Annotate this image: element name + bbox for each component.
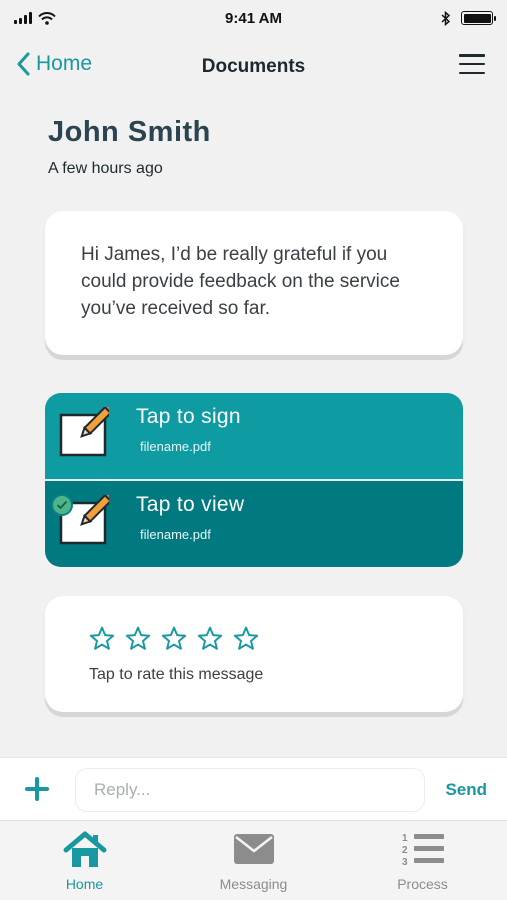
tab-home[interactable]: Home <box>0 821 169 900</box>
add-attachment-button[interactable] <box>24 776 50 802</box>
tab-bar: Home Messaging 1 2 3 Process <box>0 820 507 900</box>
status-left <box>14 11 56 25</box>
battery-icon <box>461 11 496 25</box>
document-action-label: Tap to view <box>136 493 245 516</box>
star-rating <box>89 626 419 652</box>
status-right <box>441 10 496 26</box>
check-icon <box>51 494 73 516</box>
documents-card: Tap to sign filename.pdf Tap to view fil… <box>45 393 463 567</box>
status-bar: 9:41 AM <box>0 0 507 36</box>
document-action-label: Tap to sign <box>136 405 241 428</box>
svg-text:3: 3 <box>402 857 408 867</box>
sender-name: John Smith <box>48 116 211 148</box>
envelope-icon <box>233 834 274 864</box>
document-filename: filename.pdf <box>140 439 211 454</box>
document-edit-icon <box>59 407 109 457</box>
message-timestamp: A few hours ago <box>48 160 163 177</box>
tab-label: Messaging <box>219 876 288 892</box>
numbered-list-icon: 1 2 3 <box>402 833 444 867</box>
message-card: Hi James, I’d be really grateful if you … <box>45 211 463 355</box>
star-icon[interactable] <box>233 626 259 652</box>
star-icon[interactable] <box>197 626 223 652</box>
tab-messaging[interactable]: Messaging <box>169 821 338 900</box>
svg-text:1: 1 <box>402 833 408 844</box>
document-sign-row[interactable]: Tap to sign filename.pdf <box>45 393 463 481</box>
signal-icon <box>14 12 32 24</box>
star-icon[interactable] <box>161 626 187 652</box>
message-text: Hi James, I’d be really grateful if you … <box>81 244 400 319</box>
wifi-icon <box>38 11 56 25</box>
tab-label: Process <box>397 876 448 892</box>
status-time: 9:41 AM <box>225 9 282 27</box>
reply-bar: Send <box>0 757 507 821</box>
rating-hint: Tap to rate this message <box>89 666 264 683</box>
reply-input[interactable] <box>75 768 425 812</box>
star-icon[interactable] <box>89 626 115 652</box>
tab-process[interactable]: 1 2 3 Process <box>338 821 507 900</box>
page-title: Documents <box>201 56 306 77</box>
hamburger-menu-icon[interactable] <box>459 52 485 76</box>
rating-card: Tap to rate this message <box>45 596 463 712</box>
tab-label: Home <box>65 876 104 892</box>
nav-header: Home Documents <box>0 44 507 92</box>
battery-level <box>463 13 491 23</box>
document-view-row[interactable]: Tap to view filename.pdf <box>45 481 463 567</box>
bluetooth-icon <box>441 10 451 26</box>
star-icon[interactable] <box>125 626 151 652</box>
document-filename: filename.pdf <box>140 527 211 542</box>
send-button[interactable]: Send <box>445 780 487 800</box>
home-icon <box>63 831 106 867</box>
svg-text:2: 2 <box>402 845 408 856</box>
